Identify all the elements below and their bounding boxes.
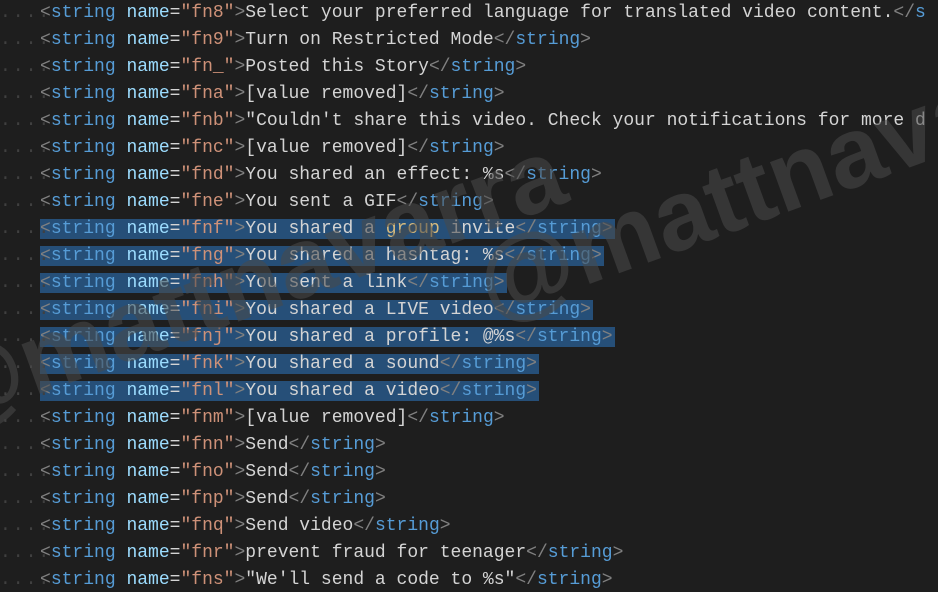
code-line[interactable]: ....<string name="fnq">Send video</strin… (0, 513, 938, 540)
code-line[interactable]: ....<string name="fne">You sent a GIF</s… (0, 189, 938, 216)
code-line[interactable]: ....<string name="fn8">Select your prefe… (0, 0, 938, 27)
code-line[interactable]: ....<string name="fnp">Send</string> (0, 486, 938, 513)
code-editor[interactable]: ....<string name="fn8">Select your prefe… (0, 0, 938, 592)
code-line[interactable]: ....<string name="fnl">You shared a vide… (0, 378, 938, 405)
code-line[interactable]: ....<string name="fnr">prevent fraud for… (0, 540, 938, 567)
code-line[interactable]: ....<string name="fnh">You sent a link</… (0, 270, 938, 297)
code-line[interactable]: ....<string name="fns">"We'll send a cod… (0, 567, 938, 592)
code-line[interactable]: ....<string name="fnd">You shared an eff… (0, 162, 938, 189)
code-line[interactable]: ....<string name="fna">[value removed]</… (0, 81, 938, 108)
code-line[interactable]: ....<string name="fnc">[value removed]</… (0, 135, 938, 162)
code-line[interactable]: ....<string name="fno">Send</string> (0, 459, 938, 486)
code-line[interactable]: ....<string name="fnk">You shared a soun… (0, 351, 938, 378)
code-line[interactable]: ....<string name="fnf">You shared a grou… (0, 216, 938, 243)
code-line[interactable]: ....<string name="fnb">"Couldn't share t… (0, 108, 938, 135)
code-line[interactable]: ....<string name="fnm">[value removed]</… (0, 405, 938, 432)
code-line[interactable]: ....<string name="fn_">Posted this Story… (0, 54, 938, 81)
code-line[interactable]: ....<string name="fn9">Turn on Restricte… (0, 27, 938, 54)
code-line[interactable]: ....<string name="fnn">Send</string> (0, 432, 938, 459)
code-line[interactable]: ....<string name="fni">You shared a LIVE… (0, 297, 938, 324)
code-line[interactable]: ....<string name="fng">You shared a hash… (0, 243, 938, 270)
code-line[interactable]: ....<string name="fnj">You shared a prof… (0, 324, 938, 351)
